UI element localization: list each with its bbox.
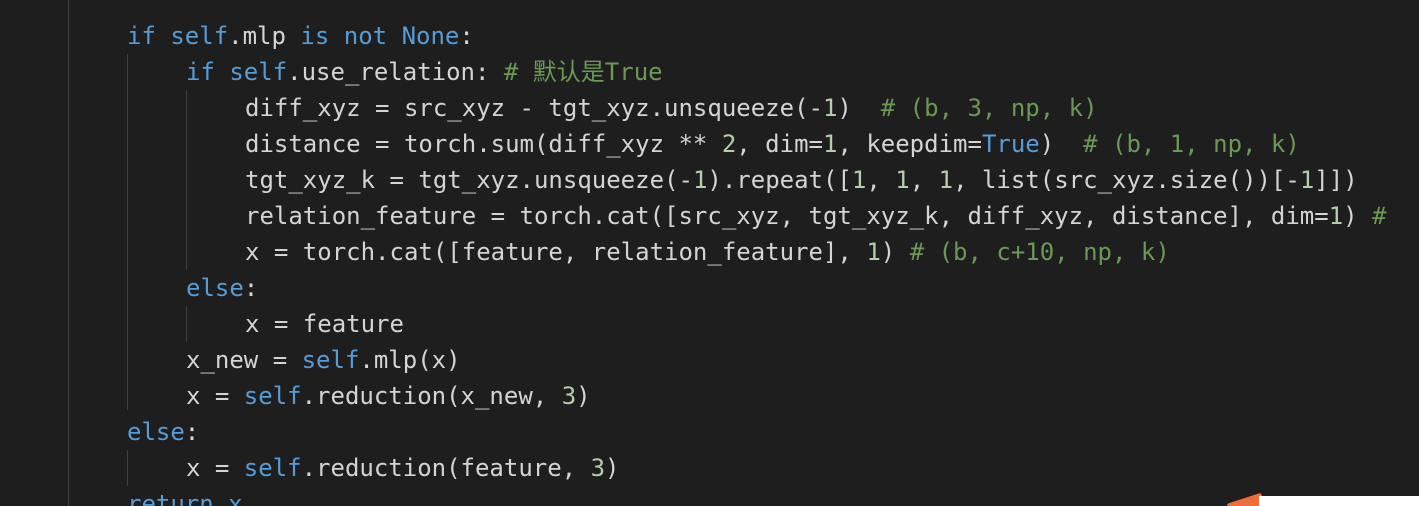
code-token: ).repeat([: [707, 166, 852, 194]
code-token: if: [186, 58, 215, 86]
code-token: ): [605, 454, 620, 482]
code-token: self: [243, 382, 302, 410]
code-token: 1: [692, 166, 708, 194]
code-token: is: [300, 22, 330, 50]
indent-guide: [68, 0, 69, 506]
code-line[interactable]: tgt_xyz_k = tgt_xyz.unsqueeze(-1).repeat…: [245, 162, 1358, 198]
code-token: # (b, c+10, np, k): [909, 238, 1170, 266]
code-token: not: [343, 22, 388, 50]
code-token: ): [576, 382, 591, 410]
code-token: :: [459, 22, 474, 50]
code-token: 2: [721, 130, 737, 158]
code-token: True: [981, 130, 1040, 158]
code-line[interactable]: relation_feature = torch.cat([src_xyz, t…: [245, 198, 1387, 234]
code-token: x = feature: [245, 310, 404, 338]
code-line[interactable]: return x: [127, 486, 243, 506]
code-token: # (b, 3, np, k): [880, 94, 1098, 122]
code-line[interactable]: distance = torch.sum(diff_xyz ** 2, dim=…: [245, 126, 1300, 162]
code-line[interactable]: if self.mlp is not None:: [127, 18, 474, 54]
code-token: 1: [822, 130, 838, 158]
code-line[interactable]: x_new = self.mlp(x): [186, 342, 461, 378]
code-token: .use_relation:: [287, 58, 504, 86]
code-token: , dim=: [736, 130, 823, 158]
code-token: x =: [186, 454, 244, 482]
code-token: .reduction(feature,: [301, 454, 591, 482]
code-token: ): [880, 238, 910, 266]
code-token: None: [401, 22, 460, 50]
code-token: ]]): [1314, 166, 1358, 194]
white-overlay-panel: [1259, 496, 1419, 506]
code-line[interactable]: else:: [186, 270, 258, 306]
code-token: :: [184, 418, 200, 446]
code-token: x =: [186, 382, 244, 410]
code-token: 1: [866, 238, 881, 266]
code-token: self: [301, 346, 360, 374]
code-editor[interactable]: if self.mlp is not None: if self.use_rela…: [0, 0, 1419, 506]
code-token: 1: [1299, 166, 1315, 194]
code-line[interactable]: x = torch.cat([feature, relation_feature…: [245, 234, 1170, 270]
code-token: 1: [895, 166, 910, 194]
code-token: ): [1039, 130, 1084, 158]
code-token: 1: [851, 166, 867, 194]
code-token: 1: [1328, 202, 1344, 230]
code-line[interactable]: if self.use_relation: # 默认是True: [186, 54, 663, 90]
code-line[interactable]: else:: [127, 414, 199, 450]
code-token: else: [127, 418, 185, 446]
code-token: .reduction(x_new,: [301, 382, 562, 410]
code-token: 1: [938, 166, 954, 194]
code-token: ): [1343, 202, 1373, 230]
code-token: .mlp: [228, 22, 301, 50]
indent-guide: [186, 306, 187, 342]
code-token: ): [837, 94, 881, 122]
code-token: # 默认是True: [503, 58, 663, 86]
code-token: self: [170, 22, 229, 50]
code-token: # (b, 1, np, k): [1083, 130, 1300, 158]
code-token: if: [127, 22, 156, 50]
code-token: else: [186, 274, 244, 302]
code-token: ,: [866, 166, 896, 194]
code-token: , keepdim=: [837, 130, 982, 158]
code-token: x_new =: [186, 346, 302, 374]
code-token: 3: [590, 454, 606, 482]
code-token: 3: [561, 382, 577, 410]
code-line[interactable]: x = feature: [245, 306, 404, 342]
code-token: self: [229, 58, 288, 86]
code-token: ,: [909, 166, 939, 194]
code-token: .mlp(x): [359, 346, 461, 374]
code-line[interactable]: x = self.reduction(x_new, 3): [186, 378, 591, 414]
code-token: self: [243, 454, 302, 482]
code-token: , list(src_xyz.size())[-: [953, 166, 1300, 194]
indent-guide: [127, 54, 128, 410]
code-token: x = torch.cat([feature, relation_feature…: [245, 238, 867, 266]
code-token: distance = torch.sum(diff_xyz **: [245, 130, 722, 158]
code-token: #: [1372, 202, 1387, 230]
indent-guide: [127, 450, 128, 486]
code-token: diff_xyz = src_xyz - tgt_xyz.unsqueeze(-: [245, 94, 823, 122]
code-token: :: [243, 274, 259, 302]
code-token: 1: [822, 94, 838, 122]
indent-guide: [186, 90, 187, 270]
code-token: tgt_xyz_k = tgt_xyz.unsqueeze(-: [245, 166, 693, 194]
code-line[interactable]: diff_xyz = src_xyz - tgt_xyz.unsqueeze(-…: [245, 90, 1098, 126]
code-line[interactable]: x = self.reduction(feature, 3): [186, 450, 619, 486]
code-token: relation_feature = torch.cat([src_xyz, t…: [245, 202, 1329, 230]
code-token: return x: [127, 490, 243, 506]
